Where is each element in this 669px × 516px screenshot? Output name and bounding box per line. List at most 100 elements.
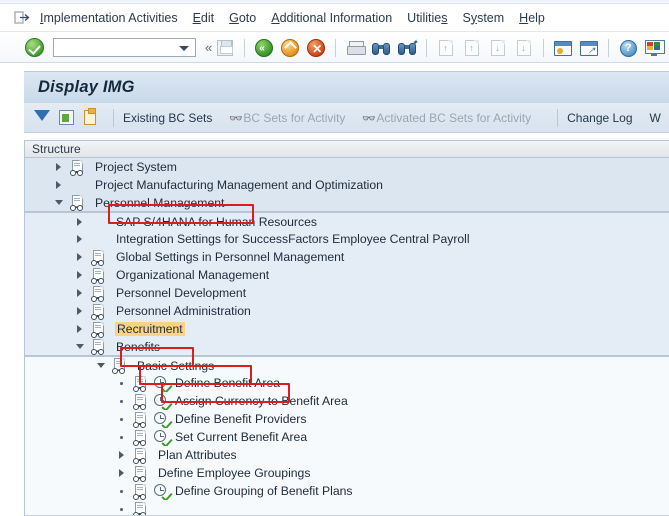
save-icon[interactable] xyxy=(215,38,235,58)
tree-row[interactable]: Define Benefit Area xyxy=(25,374,669,392)
exit-orange-icon[interactable] xyxy=(280,38,300,58)
create-session-icon[interactable] xyxy=(553,38,573,58)
chevron-right-icon[interactable] xyxy=(74,248,86,266)
menu-item-additional-information[interactable]: Additional Information xyxy=(271,9,401,27)
tree-row[interactable]: Benefits xyxy=(25,338,669,356)
chevron-right-icon[interactable] xyxy=(74,266,86,284)
chevron-right-icon[interactable] xyxy=(53,158,65,176)
tree-row[interactable]: Plan Attributes xyxy=(25,446,669,464)
existing-bc-sets-button[interactable]: Existing BC Sets xyxy=(123,111,212,125)
tree-row[interactable]: Define Grouping of Benefit Plans xyxy=(25,482,669,500)
help-icon[interactable] xyxy=(618,38,638,58)
tree-row-label[interactable]: Personnel Development xyxy=(115,286,246,300)
tree-row[interactable]: Basic Settings xyxy=(25,356,669,374)
chevron-right-icon[interactable] xyxy=(74,230,86,248)
create-shortcut-icon[interactable]: ↗ xyxy=(579,38,599,58)
chevron-right-icon[interactable] xyxy=(74,320,86,338)
next-page-icon[interactable]: ↓ xyxy=(488,38,508,58)
chevron-down-icon[interactable] xyxy=(53,194,65,212)
tree-row[interactable]: Global Settings in Personnel Management xyxy=(25,248,669,266)
chevron-right-icon[interactable] xyxy=(74,302,86,320)
tree-row-label[interactable]: Recruitment xyxy=(115,322,185,336)
tree-row-label[interactable]: Project System xyxy=(94,160,177,174)
tree-row[interactable]: Define Employee Groupings xyxy=(25,464,669,482)
bc-sets-for-activity-button: 👓BC Sets for Activity xyxy=(229,111,345,125)
tree-row-label[interactable]: Basic Settings xyxy=(136,359,214,373)
last-page-icon[interactable]: ↓ xyxy=(514,38,534,58)
double-chevron-left-icon[interactable]: « xyxy=(205,40,212,55)
tree-row-label[interactable]: Set Current Benefit Area xyxy=(174,430,307,444)
find-icon[interactable] xyxy=(371,38,391,58)
command-field[interactable] xyxy=(53,38,196,57)
tree-row[interactable]: SAP S/4HANA for Human Resources xyxy=(25,212,669,230)
tree-row[interactable]: Project System xyxy=(25,158,669,176)
tree-row-label[interactable]: Assign Currency to Benefit Area xyxy=(174,394,348,408)
back-arrow-icon[interactable] xyxy=(14,10,31,25)
tree-row-label[interactable]: Plan Attributes xyxy=(157,448,237,462)
tree-row[interactable]: Recruitment xyxy=(25,320,669,338)
tree-row[interactable]: Personnel Development xyxy=(25,284,669,302)
tree-row-label[interactable]: Define Grouping of Benefit Plans xyxy=(174,484,353,498)
tree-row[interactable]: Set Current Benefit Area xyxy=(25,428,669,446)
menu-item-goto[interactable]: Goto xyxy=(229,9,265,27)
cancel-red-icon[interactable]: ✕ xyxy=(306,38,326,58)
tree-row-label[interactable]: Global Settings in Personnel Management xyxy=(115,250,344,264)
app-toolbar-divider xyxy=(113,108,114,127)
chevron-right-icon[interactable] xyxy=(116,446,128,464)
find-next-icon[interactable]: ✦ xyxy=(397,38,418,58)
executed-activity-icon[interactable] xyxy=(153,429,170,446)
truncated-button[interactable]: W xyxy=(650,111,661,125)
img-document-icon xyxy=(112,357,129,374)
chevron-down-icon[interactable] xyxy=(95,357,107,375)
tree-row[interactable]: Personnel Management xyxy=(25,194,669,212)
chevron-right-icon[interactable] xyxy=(53,176,65,194)
img-document-icon xyxy=(91,338,108,355)
tree-row[interactable]: Personnel Administration xyxy=(25,302,669,320)
chevron-down-icon[interactable] xyxy=(74,338,86,356)
tree-row-label[interactable]: Integration Settings for SuccessFactors … xyxy=(115,232,470,246)
chevron-right-icon[interactable] xyxy=(116,464,128,482)
first-page-icon[interactable]: ↑ xyxy=(436,38,456,58)
chevron-down-icon[interactable] xyxy=(179,46,189,51)
tree-row[interactable]: Assign Currency to Benefit Area xyxy=(25,392,669,410)
menu-item-utilities[interactable]: Utilities xyxy=(407,9,456,27)
enter-icon[interactable] xyxy=(25,38,44,57)
img-document-icon xyxy=(70,194,87,211)
tree-row-label[interactable]: Define Benefit Providers xyxy=(174,412,306,426)
executed-activity-icon[interactable] xyxy=(153,411,170,428)
expand-subtree-icon[interactable] xyxy=(56,108,76,127)
change-log-button[interactable]: Change Log xyxy=(567,111,632,125)
menu-item-system[interactable]: System xyxy=(462,9,513,27)
tree-row[interactable]: Organizational Management xyxy=(25,266,669,284)
menu-item-help[interactable]: Help xyxy=(519,9,554,27)
tree-row-label[interactable]: SAP S/4HANA for Human Resources xyxy=(115,215,317,229)
menu-item-implementation-activities[interactable]: IImplementation Activitiesmplementation … xyxy=(40,9,187,27)
chevron-right-icon[interactable] xyxy=(74,284,86,302)
tree-row-label[interactable]: Organizational Management xyxy=(115,268,269,282)
back-green-icon[interactable]: « xyxy=(254,38,274,58)
menu-bar: IImplementation Activitiesmplementation … xyxy=(0,4,669,32)
tree-row-label[interactable]: Define Benefit Area xyxy=(174,376,280,390)
tree-row[interactable] xyxy=(25,500,669,516)
clipboard-icon[interactable] xyxy=(80,108,100,127)
tree-row-label[interactable]: Define Employee Groupings xyxy=(157,466,310,480)
customize-layout-icon[interactable] xyxy=(644,38,666,58)
tree-row[interactable]: Define Benefit Providers xyxy=(25,410,669,428)
tree-row-label[interactable]: Personnel Management xyxy=(94,196,224,210)
img-document-icon xyxy=(133,447,150,464)
tree-row[interactable]: Project Manufacturing Management and Opt… xyxy=(25,176,669,194)
tree-row[interactable]: Integration Settings for SuccessFactors … xyxy=(25,230,669,248)
executed-activity-icon[interactable] xyxy=(153,393,170,410)
filter-icon[interactable] xyxy=(32,108,52,127)
print-icon[interactable] xyxy=(345,38,366,58)
previous-page-icon[interactable]: ↑ xyxy=(462,38,482,58)
menu-item-edit[interactable]: Edit xyxy=(193,9,224,27)
tree-row-label[interactable]: Project Manufacturing Management and Opt… xyxy=(94,178,383,192)
tree-row-label[interactable]: Benefits xyxy=(115,340,160,354)
tree-row-label[interactable]: Personnel Administration xyxy=(115,304,251,318)
executed-activity-icon[interactable] xyxy=(153,375,170,392)
executed-activity-icon[interactable] xyxy=(153,483,170,500)
toolbar-divider xyxy=(426,38,428,57)
chevron-right-icon[interactable] xyxy=(74,213,86,231)
command-input[interactable] xyxy=(54,41,172,57)
